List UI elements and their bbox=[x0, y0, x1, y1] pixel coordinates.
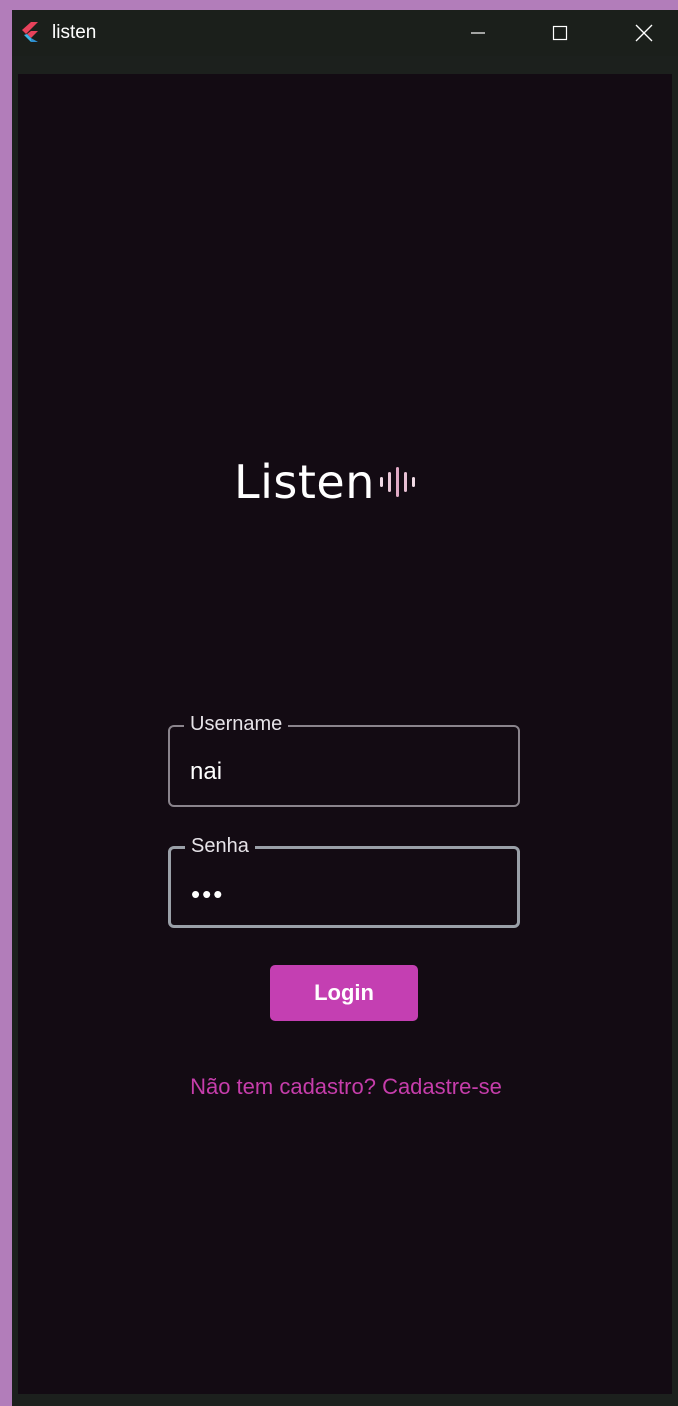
signup-link[interactable]: Não tem cadastro? Cadastre-se bbox=[168, 1074, 524, 1100]
login-screen: Listen Username Senha Login Não tem cada… bbox=[18, 74, 672, 1394]
app-window: listen Listen Username nai Senha ••• Log… bbox=[12, 10, 678, 1406]
login-button[interactable]: Login bbox=[270, 965, 418, 1021]
close-button[interactable] bbox=[614, 10, 674, 56]
password-input[interactable] bbox=[191, 877, 491, 911]
sound-wave-icon bbox=[379, 467, 415, 497]
maximize-icon bbox=[552, 25, 568, 41]
minimize-button[interactable] bbox=[448, 10, 508, 56]
title-bar[interactable]: listen bbox=[12, 10, 678, 56]
close-icon bbox=[635, 24, 653, 42]
username-label: Username bbox=[184, 712, 289, 736]
minimize-icon bbox=[471, 32, 485, 34]
password-label: Senha bbox=[185, 834, 255, 858]
window-title: listen bbox=[52, 22, 97, 43]
logo-text: Listen bbox=[234, 455, 375, 509]
maximize-button[interactable] bbox=[530, 10, 590, 56]
username-field[interactable]: Username bbox=[168, 712, 520, 807]
flutter-icon bbox=[22, 22, 38, 42]
password-field[interactable]: Senha bbox=[168, 834, 520, 928]
app-logo: Listen bbox=[234, 452, 419, 512]
username-input[interactable] bbox=[190, 755, 490, 789]
